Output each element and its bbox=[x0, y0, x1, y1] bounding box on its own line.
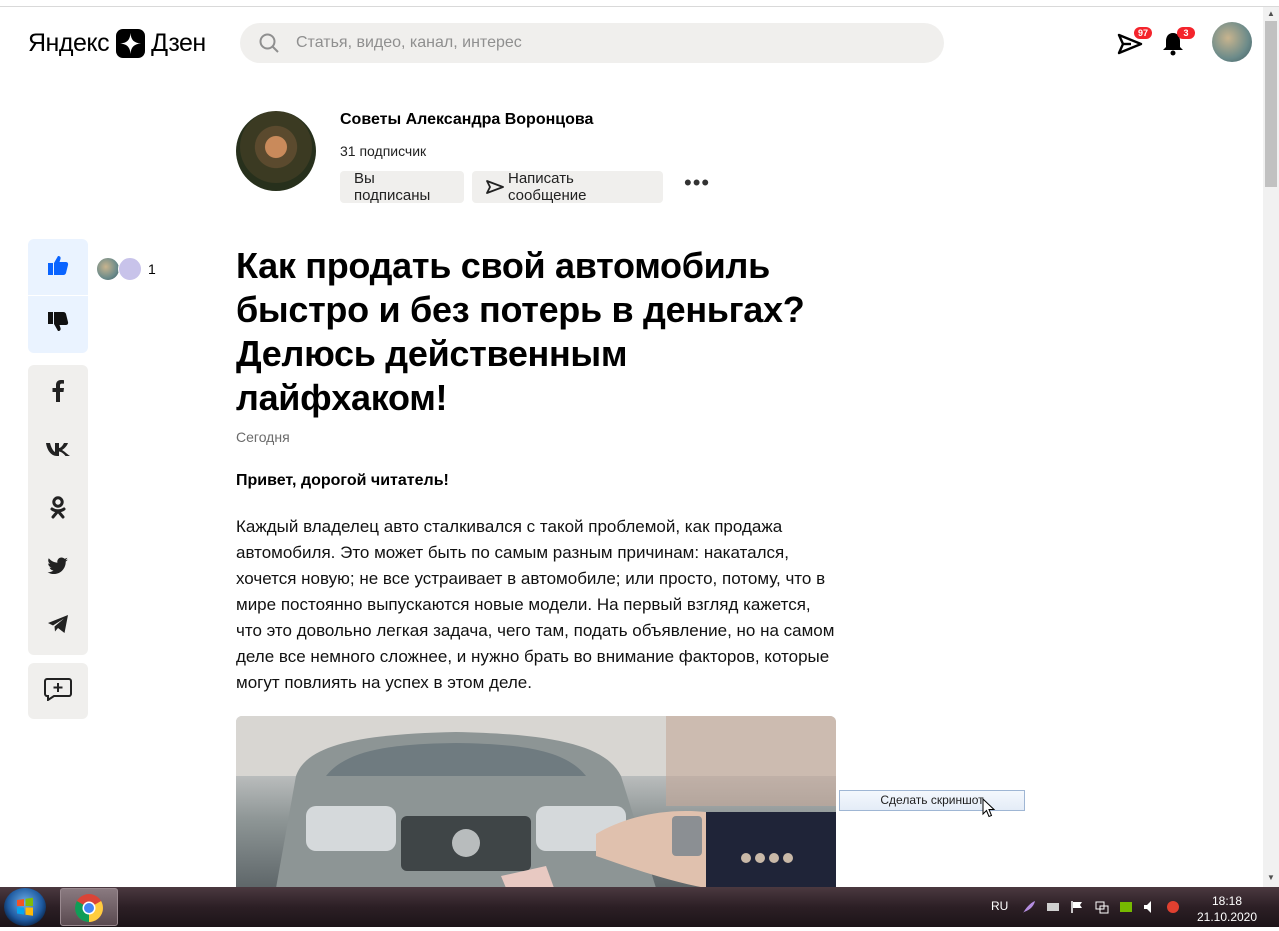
reactions-panel bbox=[28, 239, 88, 353]
windows-taskbar: RU 18:18 21.10.2020 bbox=[0, 887, 1279, 927]
clock-date: 21.10.2020 bbox=[1196, 910, 1258, 924]
liker-avatar bbox=[118, 257, 142, 281]
scroll-up-arrow-icon[interactable]: ▲ bbox=[1267, 9, 1275, 18]
scrollbar-thumb[interactable] bbox=[1265, 21, 1277, 187]
nvidia-tray-icon[interactable] bbox=[1119, 900, 1133, 914]
logo-text-zen: Дзен bbox=[151, 28, 206, 57]
search-icon bbox=[259, 33, 279, 58]
odnoklassniki-icon bbox=[50, 495, 66, 525]
write-message-button[interactable]: Написать сообщение bbox=[472, 170, 663, 204]
add-to-collection-button[interactable] bbox=[28, 663, 88, 719]
share-odnoklassniki-button[interactable] bbox=[28, 482, 88, 538]
share-vk-button[interactable] bbox=[28, 423, 88, 479]
subscribed-button[interactable]: Вы подписаны bbox=[340, 170, 464, 204]
taskbar-clock[interactable]: 18:18 21.10.2020 bbox=[1196, 893, 1258, 925]
update-tray-icon[interactable] bbox=[1166, 900, 1180, 914]
messages-badge: 97 bbox=[1134, 27, 1152, 39]
volume-tray-icon[interactable] bbox=[1143, 900, 1157, 914]
search-bar[interactable] bbox=[240, 23, 944, 63]
share-panel bbox=[28, 365, 88, 655]
article-lead: Привет, дорогой читатель! bbox=[236, 472, 449, 489]
vk-icon bbox=[45, 441, 71, 462]
liker-avatar bbox=[96, 257, 120, 281]
likers-list[interactable]: 1 bbox=[96, 257, 156, 281]
zen-star-icon bbox=[116, 28, 146, 58]
article-date: Сегодня bbox=[236, 429, 290, 445]
car-photo-illustration bbox=[236, 716, 836, 888]
messages-button[interactable]: 97 bbox=[1117, 27, 1152, 57]
feather-tray-icon[interactable] bbox=[1022, 900, 1036, 914]
flag-tray-icon[interactable] bbox=[1070, 900, 1084, 914]
chrome-icon bbox=[74, 893, 104, 928]
more-options-button[interactable]: ••• bbox=[684, 172, 709, 198]
bell-icon bbox=[1161, 33, 1185, 61]
share-telegram-button[interactable] bbox=[28, 598, 88, 654]
taskbar-chrome-button[interactable] bbox=[60, 888, 118, 926]
screenshot-tooltip-label: Сделать скриншот bbox=[880, 793, 984, 807]
channel-name[interactable]: Советы Александра Воронцова bbox=[340, 111, 593, 129]
thumbs-up-icon bbox=[47, 254, 69, 281]
save-panel bbox=[28, 663, 88, 719]
article-image[interactable] bbox=[236, 716, 836, 888]
screenshot-tooltip[interactable]: Сделать скриншот bbox=[839, 790, 1025, 811]
browser-top-edge bbox=[0, 0, 1279, 7]
search-input[interactable] bbox=[296, 23, 916, 63]
send-icon bbox=[1117, 33, 1143, 61]
notifications-button[interactable]: 3 bbox=[1161, 27, 1195, 57]
like-button[interactable] bbox=[28, 239, 88, 295]
channel-subscribers: 31 подписчик bbox=[340, 143, 427, 159]
send-icon bbox=[486, 179, 504, 195]
user-avatar[interactable] bbox=[1212, 22, 1252, 62]
notifications-badge: 3 bbox=[1177, 27, 1195, 39]
telegram-icon bbox=[47, 614, 69, 639]
page-scrollbar[interactable]: ▲ ▼ bbox=[1263, 7, 1279, 887]
yandex-zen-logo[interactable]: Яндекс Дзен bbox=[28, 26, 206, 60]
write-message-label: Написать сообщение bbox=[508, 170, 587, 204]
dislike-button[interactable] bbox=[28, 296, 88, 352]
keyboard-tray-icon[interactable] bbox=[1046, 900, 1060, 914]
add-to-collection-icon bbox=[44, 677, 72, 706]
twitter-icon bbox=[47, 556, 69, 580]
mouse-cursor-icon bbox=[982, 797, 996, 823]
article-paragraph: Каждый владелец авто сталкивался с такой… bbox=[236, 517, 835, 692]
windows-start-icon[interactable] bbox=[4, 888, 46, 926]
share-facebook-button[interactable] bbox=[28, 365, 88, 421]
clock-time: 18:18 bbox=[1211, 894, 1243, 908]
likes-count: 1 bbox=[148, 261, 156, 277]
facebook-icon bbox=[51, 379, 65, 407]
thumbs-down-icon bbox=[47, 311, 69, 338]
language-indicator[interactable]: RU bbox=[991, 899, 1008, 913]
network-tray-icon[interactable] bbox=[1095, 900, 1109, 914]
logo-text-yandex: Яндекс bbox=[28, 28, 110, 57]
article-title: Как продать свой автомобиль быстро и без… bbox=[236, 245, 805, 418]
scroll-down-arrow-icon[interactable]: ▼ bbox=[1267, 873, 1275, 882]
share-twitter-button[interactable] bbox=[28, 540, 88, 596]
channel-avatar[interactable] bbox=[236, 111, 316, 191]
subscribed-label: Вы подписаны bbox=[354, 170, 431, 204]
